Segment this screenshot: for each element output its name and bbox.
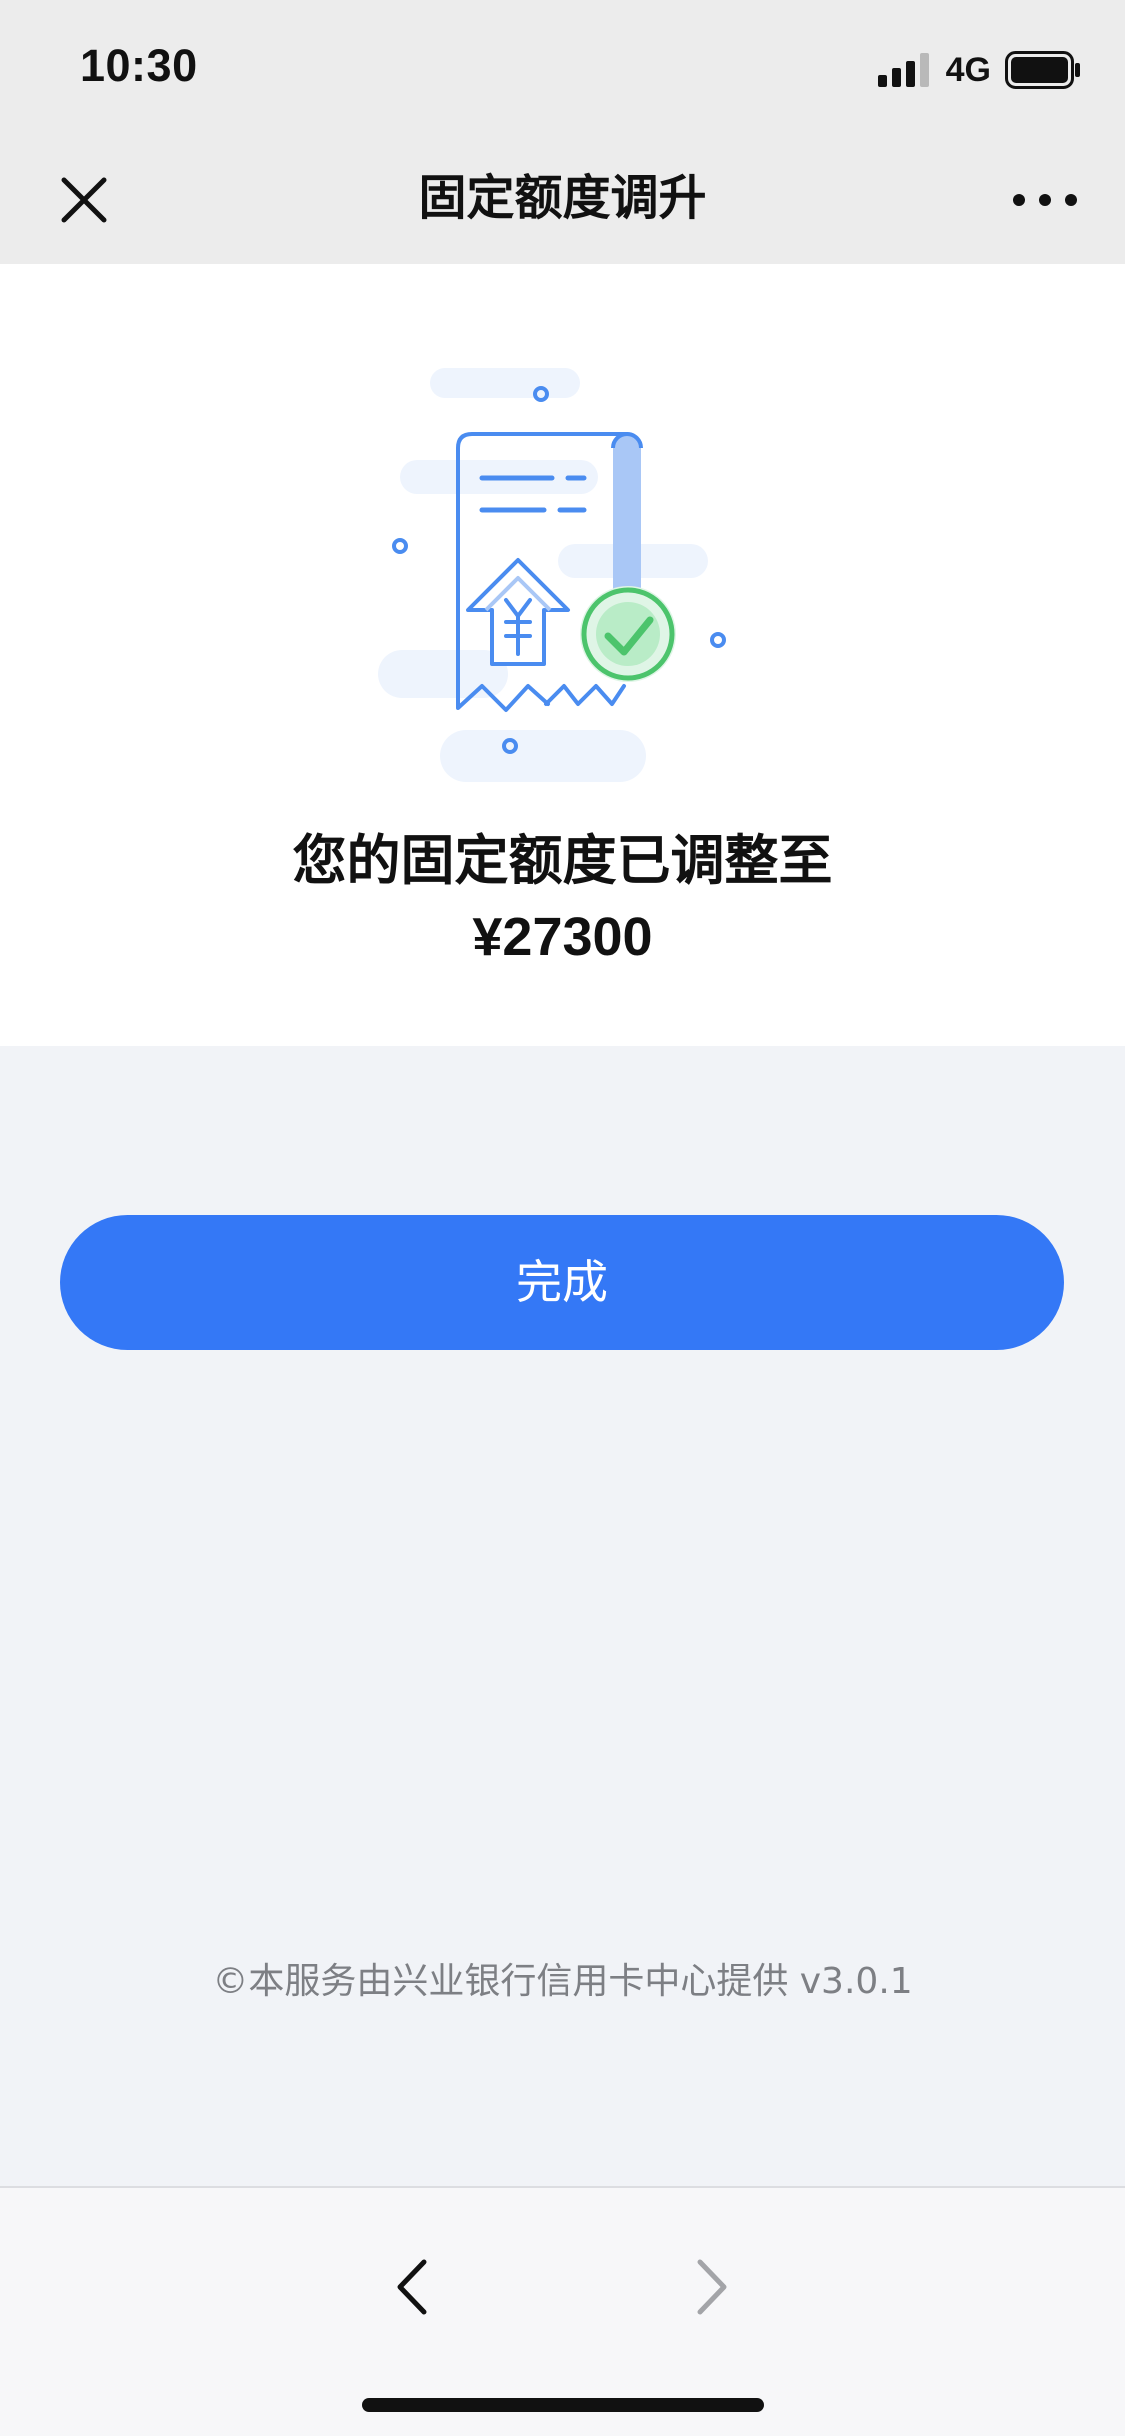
page-title: 固定额度调升 (418, 170, 707, 226)
status-bar: 10:30 4G (0, 0, 1125, 132)
status-time: 10:30 (80, 40, 198, 91)
credit-limit-amount: ¥27300 (472, 907, 653, 967)
network-type: 4G (945, 51, 991, 89)
home-indicator (362, 2398, 764, 2412)
receipt-approved-illustration (378, 368, 726, 782)
result-message: 您的固定额度已调整至 (292, 829, 833, 892)
battery-icon (1005, 51, 1080, 89)
result-card: 您的固定额度已调整至 ¥27300 (0, 264, 1125, 1046)
done-button[interactable]: 完成 (60, 1215, 1064, 1350)
chevron-left-icon[interactable] (380, 2254, 446, 2320)
status-indicators: 4G (877, 50, 1081, 90)
more-icon[interactable] (1005, 178, 1085, 222)
nav-bar: 固定额度调升 (0, 132, 1125, 264)
signal-icon (877, 53, 929, 87)
footer-copyright: ©本服务由兴业银行信用卡中心提供 v3.0.1 (212, 1961, 913, 2002)
chevron-right-icon[interactable] (678, 2254, 744, 2320)
